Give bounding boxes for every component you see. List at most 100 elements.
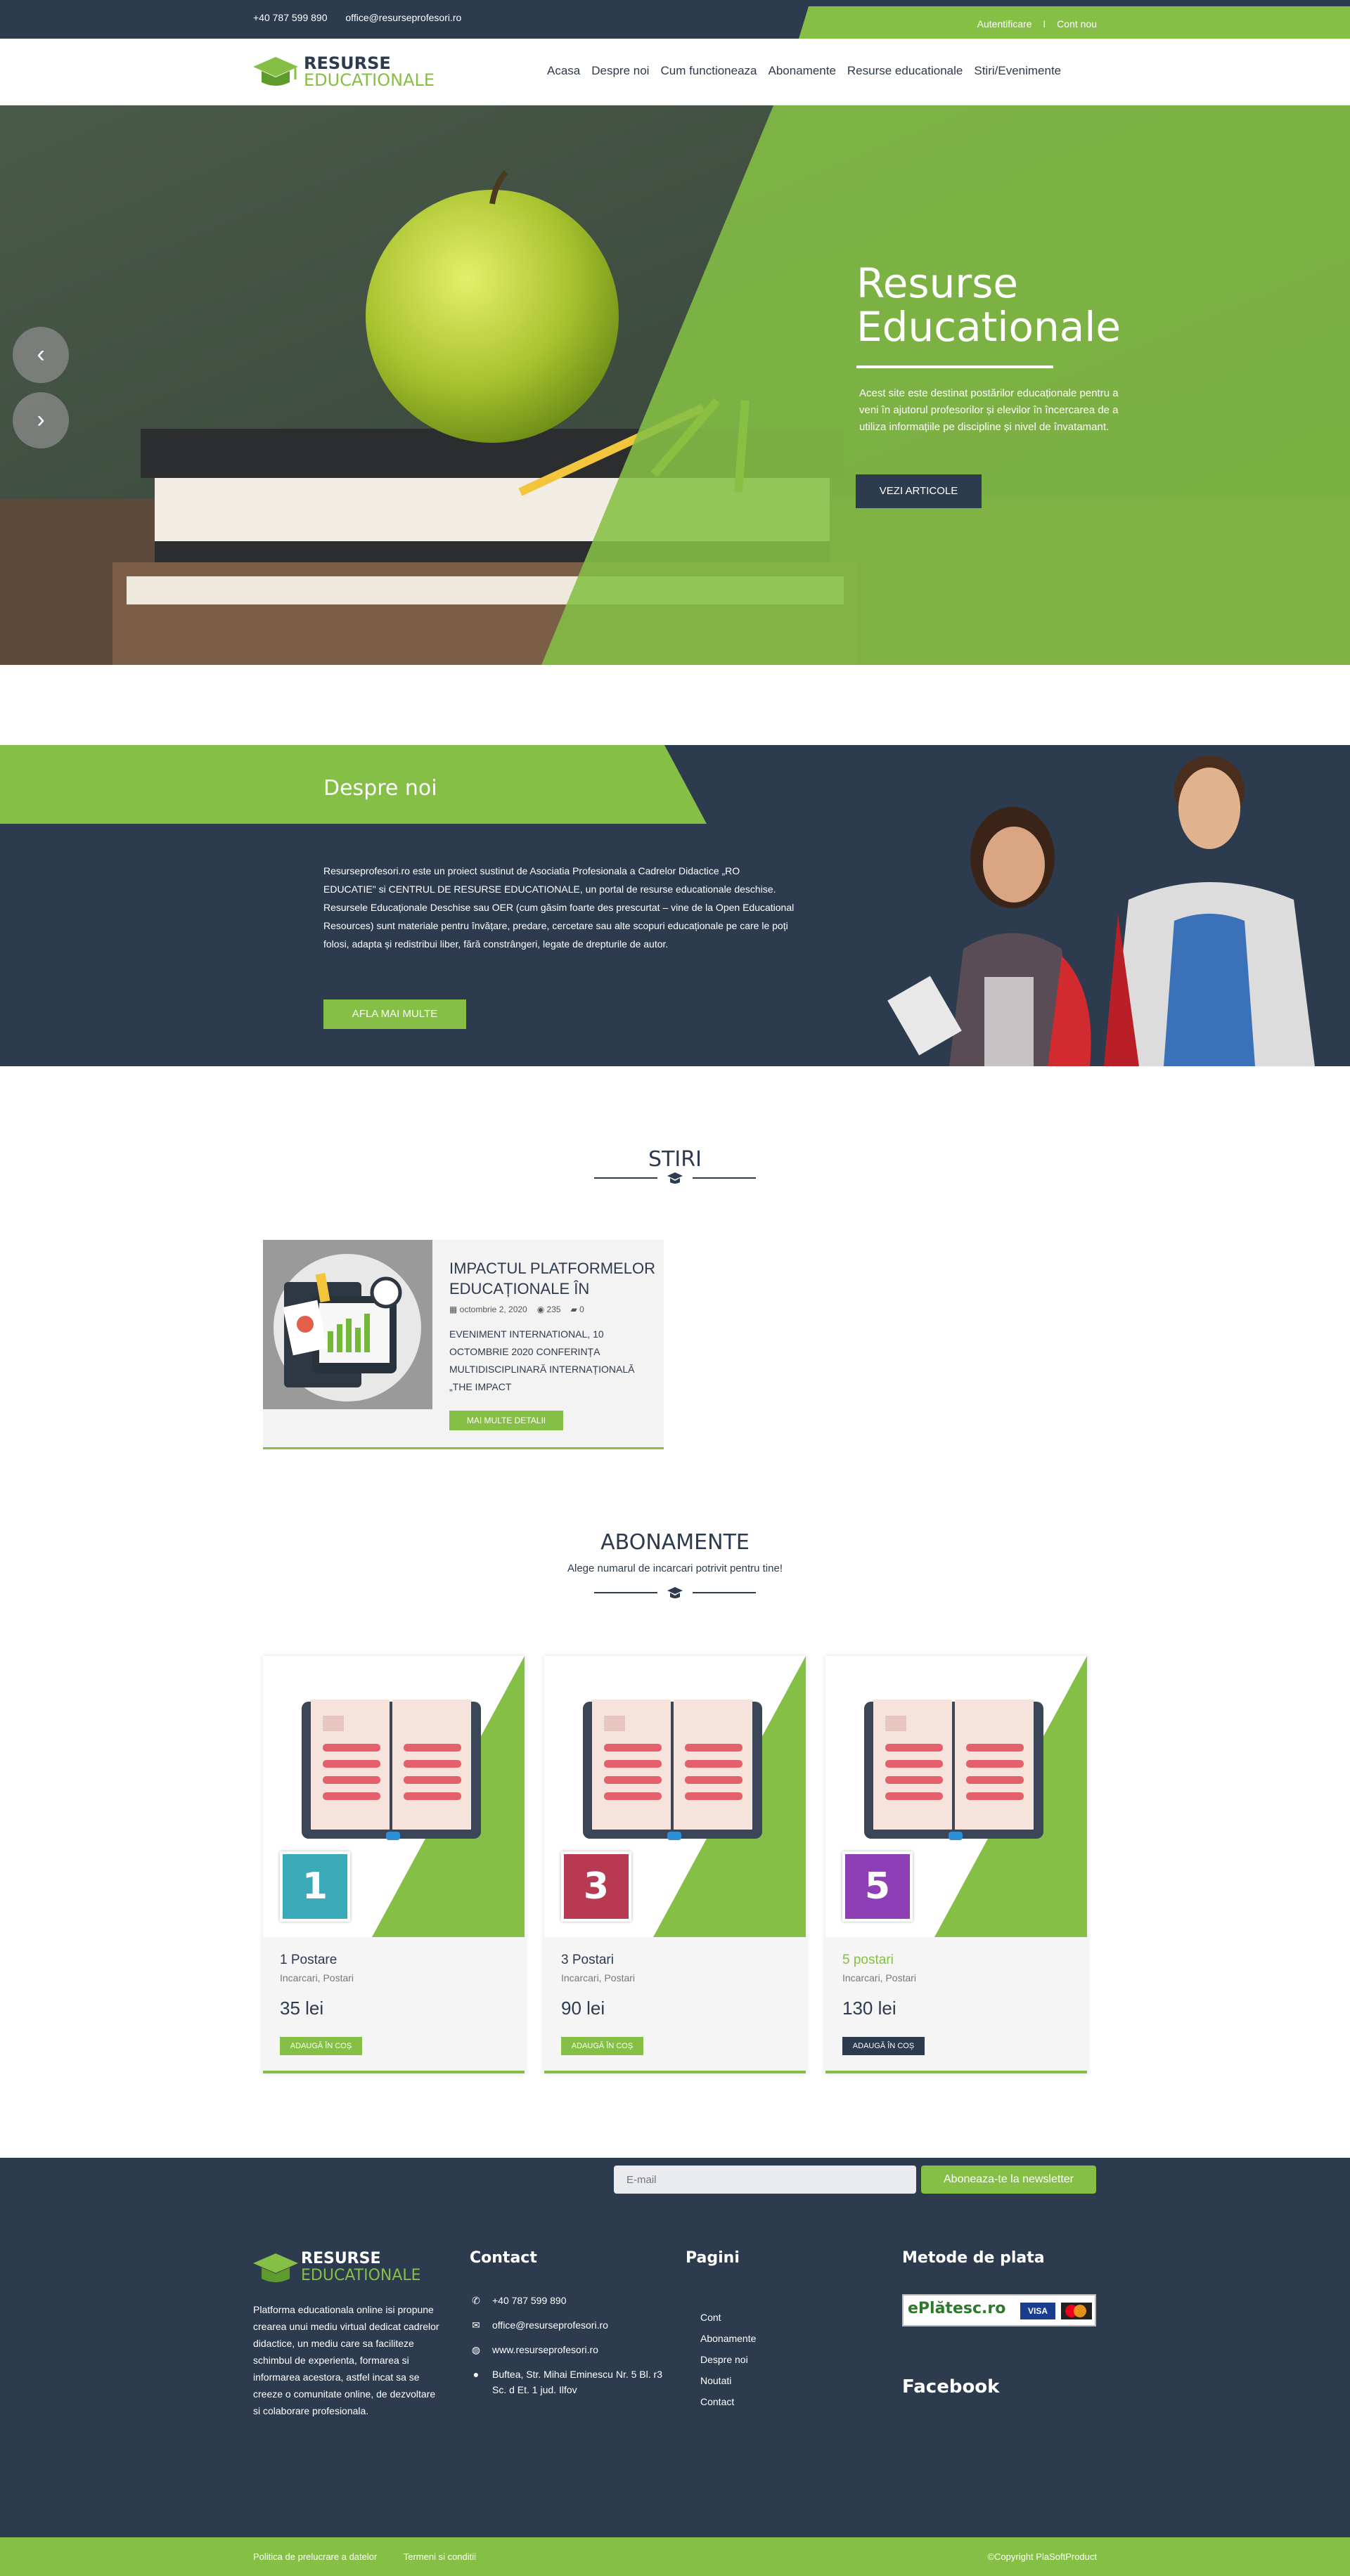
pricing-heading: ABONAMENTE: [600, 1530, 750, 1555]
phone-icon: ✆: [472, 2295, 480, 2306]
pricing-subheading: Alege numarul de incarcari potrivit pent…: [567, 1562, 783, 1574]
divider-line-left: [594, 1177, 657, 1179]
footer-email-text: office@resurseprofesori.ro: [492, 2319, 608, 2331]
footer-link-despre-noi[interactable]: Despre noi: [700, 2349, 756, 2370]
footer-link-abonamente[interactable]: Abonamente: [700, 2328, 756, 2349]
login-link[interactable]: Autentificare: [977, 18, 1032, 30]
pricing-divider: [594, 1586, 756, 1600]
footer-link-noutati[interactable]: Noutati: [700, 2370, 756, 2391]
main-menu: Acasa Despre noi Cum functioneaza Abonam…: [547, 64, 1061, 78]
privacy-policy-link[interactable]: Politica de prelucrare a datelor: [253, 2551, 377, 2562]
bottom-bar: Politica de prelucrare a datelor Termeni…: [0, 2537, 1350, 2576]
plan-card: 5 5 postari Incarcari, Postari 130 lei A…: [825, 1656, 1087, 2073]
plan-number-badge: 5: [842, 1851, 913, 1922]
top-bar: +40 787 599 890 office@resurseprofesori.…: [0, 0, 1350, 39]
envelope-icon: ✉: [472, 2319, 480, 2331]
hero-illustration: [0, 105, 1350, 665]
nav-stiri-evenimente[interactable]: Stiri/Evenimente: [974, 64, 1061, 78]
plan-price: 130 lei: [842, 1998, 896, 2019]
view-articles-button[interactable]: VEZI ARTICOLE: [856, 474, 982, 508]
newsletter-email-input[interactable]: [614, 2166, 916, 2194]
footer-phone[interactable]: ✆ +40 787 599 890: [470, 2293, 674, 2308]
hero-title-line2: Educationale: [856, 303, 1121, 351]
mastercard-logo: [1061, 2303, 1092, 2319]
nav-despre-noi[interactable]: Despre noi: [591, 64, 649, 78]
comment-icon: ▰: [570, 1305, 580, 1314]
divider-line-right: [693, 1177, 756, 1179]
hero-title-line1: Resurse: [856, 259, 1019, 307]
about-heading: Despre noi: [323, 776, 437, 801]
footer-pages-title: Pagini: [686, 2249, 740, 2267]
hero-description: Acest site este destinat postărilor educ…: [859, 387, 1119, 433]
plan-name: 5 postari: [842, 1953, 894, 1967]
add-to-cart-button[interactable]: ADAUGĂ ÎN COȘ: [842, 2037, 925, 2055]
plan-name: 1 Postare: [280, 1953, 338, 1967]
plan-subtitle: Incarcari, Postari: [280, 1972, 354, 1983]
footer-logo[interactable]: RESURSE EDUCATIONALE: [253, 2249, 436, 2289]
legal-links: Politica de prelucrare a datelor Termeni…: [253, 2551, 500, 2562]
add-to-cart-button[interactable]: ADAUGĂ ÎN COȘ: [561, 2037, 643, 2055]
divider-line-left: [594, 1592, 657, 1593]
nav-resurse-educationale[interactable]: Resurse educationale: [847, 64, 963, 78]
copyright: ©Copyright PlaSoftProduct: [987, 2551, 1097, 2562]
footer-pages-list: Cont Abonamente Despre noi Noutati Conta…: [700, 2307, 756, 2412]
plan-card: 1 1 Postare Incarcari, Postari 35 lei AD…: [263, 1656, 525, 2073]
plan-number-badge: 3: [561, 1851, 631, 1922]
graduation-cap-icon: [667, 1587, 683, 1598]
main-navbar: RESURSE EDUCATIONALE Acasa Despre noi Cu…: [0, 39, 1350, 105]
footer-contact-title: Contact: [470, 2249, 537, 2267]
learn-more-button[interactable]: AFLA MAI MULTE: [323, 999, 466, 1029]
chevron-right-icon: ›: [37, 406, 45, 433]
hero-prev-button[interactable]: ‹: [13, 327, 69, 383]
footer-contact-list: ✆ +40 787 599 890 ✉ office@resurseprofesor…: [470, 2293, 674, 2407]
news-heading: STIRI: [648, 1147, 702, 1172]
eplatesc-logo: ePlătesc.ro: [908, 2300, 1006, 2317]
news-comments-count: 0: [579, 1305, 584, 1314]
footer-address-text: Buftea, Str. Mihai Eminescu Nr. 5 Bl. r3…: [492, 2369, 662, 2395]
about-section: Despre noi Resurseprofesori.ro este un p…: [0, 745, 1350, 1066]
plan-price: 35 lei: [280, 1998, 324, 2019]
news-views-count: 235: [546, 1305, 561, 1314]
newsletter-subscribe-button[interactable]: Aboneaza-te la newsletter: [921, 2166, 1096, 2194]
top-phone[interactable]: +40 787 599 890: [253, 12, 328, 23]
footer-website[interactable]: ◍ www.resurseprofesori.ro: [470, 2342, 674, 2357]
eye-icon: ◉: [536, 1305, 547, 1314]
map-pin-icon: ●: [472, 2369, 480, 2380]
top-contact: +40 787 599 890 office@resurseprofesori.…: [253, 12, 477, 23]
nav-cum-functioneaza[interactable]: Cum functioneaza: [660, 64, 757, 78]
top-email[interactable]: office@resurseprofesori.ro: [345, 12, 461, 23]
graduation-cap-icon: [667, 1172, 683, 1184]
plan-price: 90 lei: [561, 1998, 605, 2019]
site-logo[interactable]: RESURSE EDUCATIONALE: [253, 51, 443, 93]
chevron-left-icon: ‹: [37, 341, 45, 368]
plan-artwork: 5: [825, 1656, 1087, 1937]
footer-link-contact[interactable]: Contact: [700, 2391, 756, 2412]
about-text: Resurseprofesori.ro este un proiect sust…: [323, 865, 795, 950]
students-photo: [887, 756, 1315, 1066]
logo-text-bottom: EDUCATIONALE: [304, 70, 435, 90]
plan-artwork: 3: [544, 1656, 806, 1937]
plan-artwork: 1: [263, 1656, 525, 1937]
payment-methods-badge: ePlătesc.ro VISA: [902, 2294, 1096, 2326]
footer-link-cont[interactable]: Cont: [700, 2307, 756, 2328]
footer-about-text: Platforma educationala online isi propun…: [253, 2304, 439, 2416]
news-more-details-button[interactable]: MAI MULTE DETALII: [449, 1411, 563, 1430]
news-card[interactable]: IMPACTUL PLATFORMELOR EDUCAȚIONALE ÎN ▦ …: [263, 1240, 664, 1449]
hero-next-button[interactable]: ›: [13, 392, 69, 448]
visa-logo: VISA: [1020, 2303, 1055, 2319]
hero-title-underline: [856, 365, 1053, 368]
divider-line-right: [693, 1592, 756, 1593]
news-title[interactable]: IMPACTUL PLATFORMELOR EDUCAȚIONALE ÎN: [449, 1258, 657, 1299]
nav-abonamente[interactable]: Abonamente: [769, 64, 836, 78]
news-views: ◉ 235: [537, 1305, 561, 1314]
calendar-icon: ▦: [449, 1305, 460, 1314]
footer-logo-text-bottom: EDUCATIONALE: [301, 2267, 421, 2284]
add-to-cart-button[interactable]: ADAUGĂ ÎN COȘ: [280, 2037, 362, 2055]
terms-link[interactable]: Termeni si conditii: [404, 2551, 476, 2562]
footer-email[interactable]: ✉ office@resurseprofesori.ro: [470, 2317, 674, 2333]
nav-acasa[interactable]: Acasa: [547, 64, 580, 78]
news-thumbnail[interactable]: [263, 1240, 432, 1409]
register-link[interactable]: Cont nou: [1057, 18, 1097, 30]
hero-title: Resurse Educationale: [856, 261, 1121, 349]
footer-logo-text-top: RESURSE: [301, 2250, 381, 2267]
